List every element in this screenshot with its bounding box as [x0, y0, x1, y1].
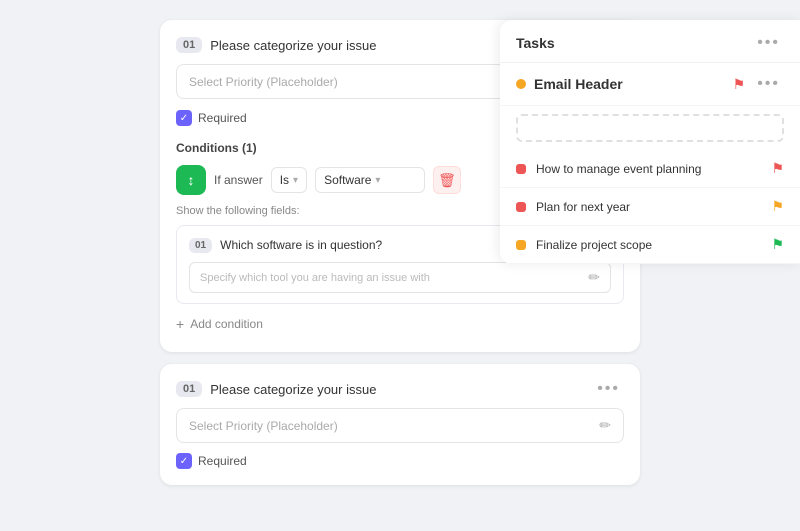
required-checkbox[interactable]: [176, 110, 192, 126]
add-condition-label: Add condition: [190, 317, 263, 331]
email-menu-button[interactable]: •••: [753, 75, 784, 93]
sub-card-left: 01 Which software is in question?: [189, 238, 382, 253]
email-dot-icon: [516, 79, 526, 89]
delete-icon: 🗑: [438, 172, 456, 189]
add-condition-button[interactable]: + Add condition: [176, 312, 624, 336]
task-flag-3: ⚑: [771, 236, 784, 253]
task-dot-2: [516, 202, 526, 212]
task-item-1[interactable]: How to manage event planning ⚑: [500, 150, 800, 188]
priority-placeholder: Select Priority (Placeholder): [189, 75, 338, 89]
task-flag-2: ⚑: [771, 198, 784, 215]
sub-input-field[interactable]: Specify which tool you are having an iss…: [189, 262, 611, 293]
card-2-header-left: 01 Please categorize your issue: [176, 381, 376, 397]
delete-condition-button[interactable]: 🗑: [433, 166, 461, 194]
is-chevron-icon: ▾: [293, 175, 298, 186]
card-2-menu-button[interactable]: •••: [593, 380, 624, 398]
condition-icon: ↕: [176, 165, 206, 195]
step-badge-2: 01: [176, 381, 202, 397]
card-2-header: 01 Please categorize your issue •••: [176, 380, 624, 398]
tasks-panel: Tasks ••• Email Header ⚑ ••• How to mana…: [500, 20, 800, 264]
task-item-3[interactable]: Finalize project scope ⚑: [500, 226, 800, 264]
card-2: 01 Please categorize your issue ••• Sele…: [160, 364, 640, 485]
task-flag-1: ⚑: [771, 160, 784, 177]
task-text-2: Plan for next year: [536, 200, 761, 214]
sub-edit-icon: ✏: [588, 269, 600, 286]
software-chevron-icon: ▾: [375, 175, 380, 186]
email-header-row: Email Header ⚑ •••: [500, 63, 800, 106]
card-1-title: Please categorize your issue: [210, 38, 376, 53]
task-dot-1: [516, 164, 526, 174]
is-select[interactable]: Is ▾: [271, 167, 307, 193]
card-1-header-left: 01 Please categorize your issue: [176, 37, 376, 53]
dashed-drop-area: [516, 114, 784, 142]
edit-icon-2: ✏: [599, 417, 611, 434]
task-text-1: How to manage event planning: [536, 162, 761, 176]
plus-icon: +: [176, 316, 184, 332]
tasks-title: Tasks: [516, 35, 555, 51]
sub-card-title: Which software is in question?: [220, 238, 382, 252]
task-dot-3: [516, 240, 526, 250]
required-checkbox-2[interactable]: [176, 453, 192, 469]
required-left: Required: [176, 110, 247, 126]
card-2-title: Please categorize your issue: [210, 382, 376, 397]
is-select-value: Is: [280, 173, 289, 187]
priority-select-2[interactable]: Select Priority (Placeholder) ✏: [176, 408, 624, 443]
priority-placeholder-2: Select Priority (Placeholder): [189, 419, 338, 433]
required-label: Required: [198, 111, 247, 125]
sub-input-placeholder: Specify which tool you are having an iss…: [200, 272, 430, 284]
task-item-2[interactable]: Plan for next year ⚑: [500, 188, 800, 226]
software-select[interactable]: Software ▾: [315, 167, 425, 193]
step-badge-1: 01: [176, 37, 202, 53]
tasks-menu-button[interactable]: •••: [753, 34, 784, 52]
email-header-title: Email Header: [534, 76, 725, 92]
task-text-3: Finalize project scope: [536, 238, 761, 252]
sub-step-badge: 01: [189, 238, 212, 253]
software-value: Software: [324, 173, 371, 187]
email-flag-icon: ⚑: [733, 76, 746, 93]
if-answer-label: If answer: [214, 173, 263, 187]
required-label-2: Required: [198, 454, 247, 468]
tasks-header: Tasks •••: [500, 20, 800, 63]
required-row-2: Required: [176, 453, 624, 469]
